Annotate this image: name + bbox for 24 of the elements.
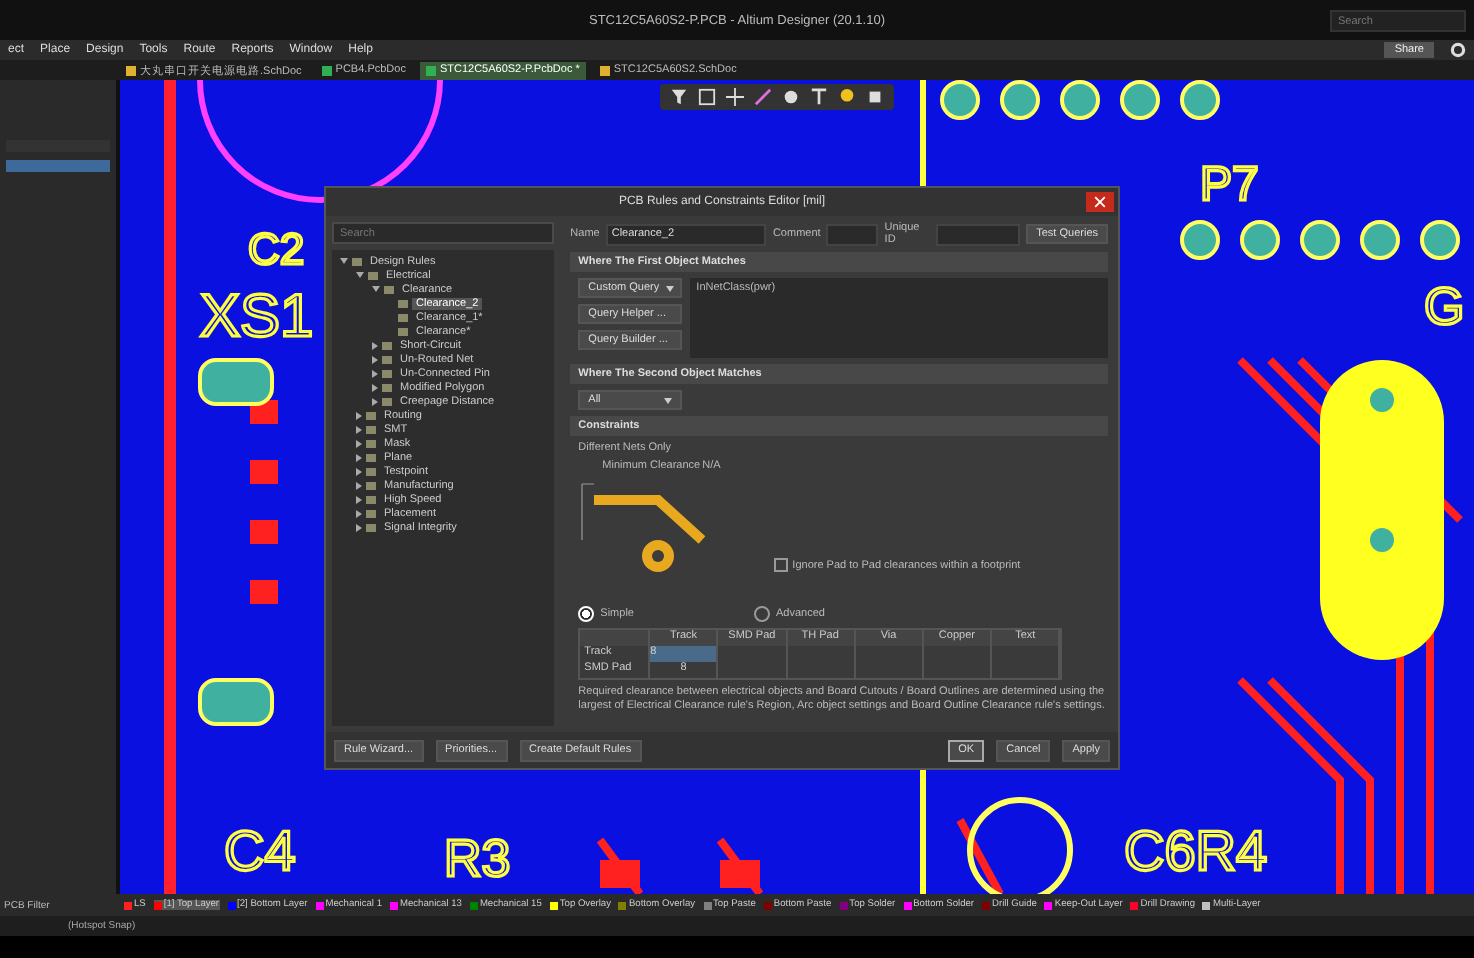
settings-icon[interactable] [1450, 42, 1466, 58]
close-button[interactable] [1086, 192, 1114, 212]
radio-button[interactable] [753, 606, 770, 622]
designator-label: XS1 [196, 276, 330, 344]
caret-icon [664, 397, 673, 403]
square-icon[interactable] [866, 88, 884, 106]
bulb-icon[interactable] [838, 88, 856, 106]
designator-label: C2 [244, 220, 314, 272]
unique-id-field[interactable] [936, 223, 1021, 245]
crosshair-icon[interactable] [726, 88, 744, 106]
close-icon [1094, 196, 1106, 208]
caret-icon [665, 285, 674, 291]
designator-label: C6R4 [1120, 814, 1285, 878]
filter-icon[interactable] [670, 88, 688, 106]
designator-label: P7 [1196, 152, 1272, 208]
text-tool-icon[interactable] [810, 88, 828, 106]
designator-label: G [1420, 272, 1465, 332]
designator-label: R3 [440, 824, 521, 884]
line-icon[interactable] [754, 88, 772, 106]
comment-field[interactable] [826, 223, 879, 245]
rectangle-icon[interactable] [698, 88, 716, 106]
pad-icon[interactable] [782, 88, 800, 106]
designator-label: C4 [220, 814, 307, 878]
checkbox[interactable] [774, 558, 789, 572]
